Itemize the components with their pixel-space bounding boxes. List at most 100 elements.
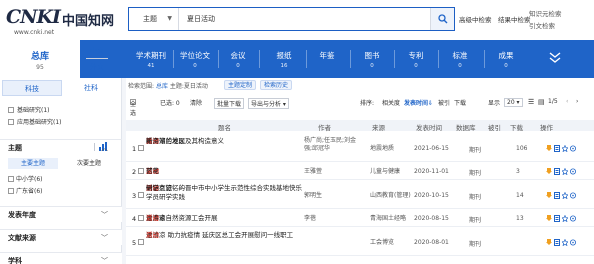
download-icon[interactable]	[546, 191, 552, 199]
section-source[interactable]: 文献来源 ﹀	[0, 229, 122, 245]
download-icon[interactable]	[546, 144, 552, 152]
table-row[interactable]: 青海湖兰地区 夏日哈活动 新资带的发现及其构造意义 1 杨广尚;任玉民;刘金强;邱冠…	[126, 134, 594, 162]
favorite-icon[interactable]	[562, 238, 568, 246]
knowledge-search-link[interactable]: 知识元检索	[529, 8, 562, 18]
read-online-icon[interactable]	[554, 191, 560, 199]
table-row[interactable]: 2 艺术 活动: 夏日 荷花 王雅萱 儿童与健康 2020-11-01 期刊 3	[126, 163, 594, 180]
scope-value[interactable]: 总库	[156, 83, 168, 90]
search-history-button[interactable]: 检索历史	[260, 80, 293, 90]
expand-more-icon[interactable]	[548, 50, 562, 64]
lang-chinese-toggle[interactable]: 中文	[84, 46, 110, 56]
sort-cited[interactable]: 被引	[438, 98, 450, 107]
section-discipline[interactable]: 学科 ﹀	[0, 252, 122, 264]
section-topic[interactable]: 主题 ︿	[0, 139, 122, 153]
checkbox[interactable]	[8, 119, 14, 125]
checkbox[interactable]	[8, 188, 14, 194]
tab-social-science[interactable]: 社科	[61, 80, 121, 96]
search-field-select[interactable]: 主题 ▼	[129, 8, 179, 30]
col-date[interactable]: 发表时间	[416, 122, 442, 132]
tab-yearbooks[interactable]: 年鉴	[308, 40, 346, 78]
prev-page-icon[interactable]: ‹	[566, 98, 568, 105]
tab-patents[interactable]: 专利 0	[396, 40, 436, 78]
tab-main-topic[interactable]: 主要主题	[8, 158, 58, 169]
table-row[interactable]: 5 夏日 送清凉 助力抗疫情 延庆区总工会开展慰问一线职工 活动 工会博览 2020…	[126, 228, 594, 256]
table-row[interactable]: 4 青海省自然资源工会开展 夏日 送清凉 活动 李蓓 青海国土经略 2020-08-1…	[126, 210, 594, 227]
quote-icon[interactable]	[570, 215, 576, 222]
section-title: 学科	[8, 257, 22, 264]
tab-label: 标准	[452, 51, 468, 60]
quote-icon[interactable]	[570, 145, 576, 152]
search-button[interactable]	[430, 8, 454, 30]
cnki-logo[interactable]: CNKI 中国知网 www.cnki.net	[4, 4, 114, 38]
tab-conferences[interactable]: 会议 0	[219, 40, 257, 78]
result-database: 期刊	[469, 147, 482, 154]
favorite-icon[interactable]	[562, 191, 568, 199]
sort-relevance[interactable]: 相关度	[382, 98, 400, 107]
sort-download[interactable]: 下载	[454, 98, 466, 107]
batch-download-button[interactable]: 批量下载	[214, 98, 245, 109]
chevron-down-icon[interactable]: ﹀	[101, 256, 108, 264]
tab-achievements[interactable]: 成果 0	[486, 40, 526, 78]
header: CNKI 中国知网 www.cnki.net 主题 ▼ 高级中检索 结果中检索 …	[0, 0, 594, 40]
download-icon[interactable]	[546, 214, 552, 222]
lang-foreign-toggle[interactable]: 外文	[84, 62, 110, 72]
search-in-results-link[interactable]: 结果中检索	[498, 14, 531, 24]
favorite-icon[interactable]	[562, 214, 568, 222]
read-online-icon[interactable]	[554, 144, 560, 152]
tab-journals[interactable]: 学术期刊 41	[130, 40, 172, 78]
tab-books[interactable]: 图书 0	[352, 40, 392, 78]
download-icon[interactable]	[546, 238, 552, 246]
result-source[interactable]: 儿童与健康	[370, 168, 400, 176]
result-author[interactable]: 李蓓	[304, 215, 364, 223]
chevron-up-icon[interactable]: ︿	[101, 143, 108, 153]
favorite-icon[interactable]	[562, 144, 568, 152]
quote-icon[interactable]	[570, 168, 576, 175]
export-analysis-button[interactable]: 导出与分析 ▾	[248, 98, 289, 109]
tab-standards[interactable]: 标准 0	[440, 40, 480, 78]
col-downloads[interactable]: 下载	[510, 122, 523, 132]
search-input[interactable]	[187, 8, 427, 30]
table-row[interactable]: 3 一场有记忆的 夏日 研学之旅——晋中市中小学生示范性综合实践基地快乐学员研学实践…	[126, 181, 594, 209]
quote-icon[interactable]	[570, 239, 576, 246]
favorite-icon[interactable]	[562, 167, 568, 175]
citation-search-link[interactable]: 引文检索	[529, 20, 555, 30]
result-source[interactable]: 青海国土经略	[370, 215, 406, 223]
download-icon[interactable]	[546, 167, 552, 175]
tab-total-library[interactable]: 总库 95	[0, 40, 80, 78]
view-list-icon[interactable]: ☰	[528, 98, 534, 106]
sort-date[interactable]: 发表时间⇩	[404, 98, 433, 107]
topic-item[interactable]: 广东省(6)	[8, 186, 43, 195]
section-year[interactable]: 发表年度 ﹀	[0, 206, 122, 222]
tab-science[interactable]: 科技	[2, 80, 62, 96]
tab-dissertations[interactable]: 学位论文 0	[174, 40, 216, 78]
section-title: 文献来源	[8, 234, 36, 242]
result-source[interactable]: 工会博览	[370, 239, 394, 247]
page-size-select[interactable]: 20 ▾	[504, 98, 523, 107]
read-online-icon[interactable]	[554, 214, 560, 222]
clear-button[interactable]: 清除	[190, 98, 202, 107]
result-author[interactable]: 郭明生	[304, 192, 364, 200]
row-number: 5	[132, 239, 137, 247]
next-page-icon[interactable]: ›	[576, 98, 578, 105]
checkbox[interactable]	[8, 107, 14, 113]
checkbox[interactable]	[8, 176, 14, 182]
topic-item[interactable]: 中小学(6)	[8, 174, 43, 183]
advanced-search-link[interactable]: 高级中检索	[459, 14, 492, 24]
tab-newspapers[interactable]: 报纸 16	[264, 40, 304, 78]
result-author[interactable]: 王雅萱	[304, 168, 364, 176]
topic-custom-button[interactable]: 主题定制	[224, 80, 257, 90]
quote-icon[interactable]	[570, 192, 576, 199]
col-cited[interactable]: 被引	[488, 122, 501, 132]
result-source[interactable]: 山西教育(管理)	[370, 192, 411, 200]
filter-applied-research[interactable]: 应用基础研究(1)	[8, 117, 62, 126]
view-detail-icon[interactable]: ▤	[538, 98, 545, 106]
chevron-down-icon[interactable]: ﹀	[101, 210, 108, 220]
read-online-icon[interactable]	[554, 167, 560, 175]
result-source[interactable]: 地震地质	[370, 145, 394, 153]
read-online-icon[interactable]	[554, 238, 560, 246]
chevron-down-icon[interactable]: ﹀	[101, 233, 108, 243]
filter-basic-research[interactable]: 基础研究(1)	[8, 105, 50, 114]
tab-count: 41	[147, 63, 155, 69]
tab-secondary-topic[interactable]: 次要主题	[64, 158, 114, 169]
result-author[interactable]: 杨广尚;任玉民;刘金强;邱冠华	[304, 137, 364, 153]
